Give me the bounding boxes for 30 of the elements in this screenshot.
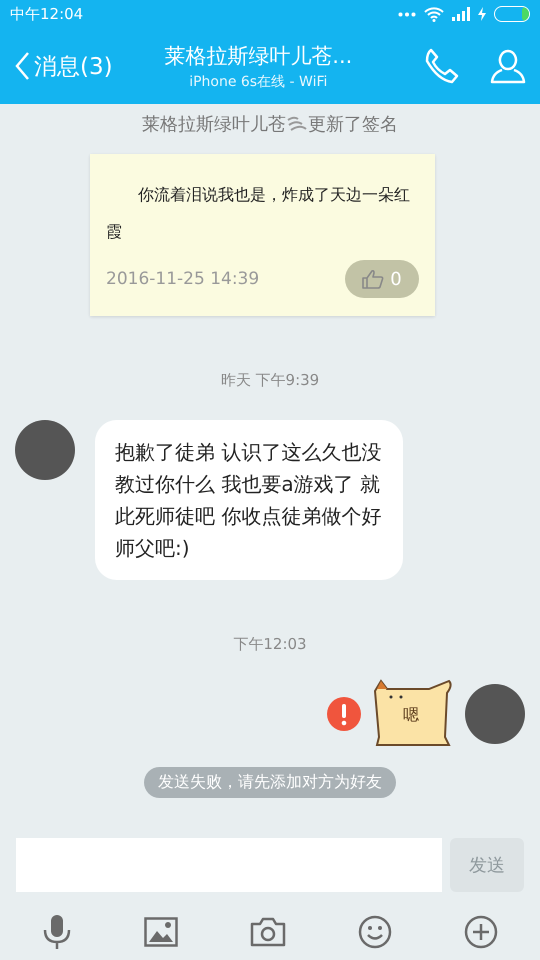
more-dots-icon <box>398 12 416 16</box>
error-icon[interactable] <box>327 697 361 731</box>
timestamp: 昨天 下午9:39 <box>220 371 320 390</box>
microphone-icon[interactable] <box>42 914 72 950</box>
wifi-icon <box>424 6 444 22</box>
camera-icon[interactable] <box>250 917 286 947</box>
cat-sticker[interactable]: 嗯 <box>369 679 457 749</box>
image-icon[interactable] <box>144 917 178 947</box>
message-bubble[interactable]: 抱歉了徒弟 认识了这么久也没教过你什么 我也要a游戏了 就此死师徒吧 你收点徒弟做个好师父吧:) <box>95 420 403 580</box>
online-status: iPhone 6s在线 - WiFi <box>189 72 328 90</box>
chat-title: 莱格拉斯绿叶儿苍... <box>164 42 352 70</box>
sticker-text: 嗯 <box>403 705 419 726</box>
chevron-left-icon <box>14 51 30 81</box>
charging-icon <box>478 7 486 21</box>
system-notice: 发送失败，请先添加对方为好友 <box>144 767 396 798</box>
signature-text: 你流着泪说我也是，炸成了天边一朵红霞 <box>106 184 411 243</box>
signal-icon <box>452 7 470 21</box>
signature-date: 2016-11-25 14:39 <box>106 269 260 289</box>
status-time: 中午12:04 <box>10 4 84 24</box>
timestamp: 下午12:03 <box>233 635 307 654</box>
thumbs-up-icon <box>362 269 384 289</box>
plus-icon[interactable] <box>464 915 498 949</box>
battery-icon <box>494 6 530 22</box>
smiley-icon[interactable] <box>358 915 392 949</box>
back-label: 消息(3) <box>34 52 113 82</box>
contact-name: 莱格拉斯绿叶儿苍 <box>142 113 286 136</box>
signature-card[interactable]: 你流着泪说我也是，炸成了天边一朵红霞 2016-11-25 14:39 0 <box>90 154 435 316</box>
person-icon[interactable] <box>490 48 526 84</box>
brush-stroke-icon <box>286 116 308 132</box>
notice-action: 更新了签名 <box>308 113 398 136</box>
